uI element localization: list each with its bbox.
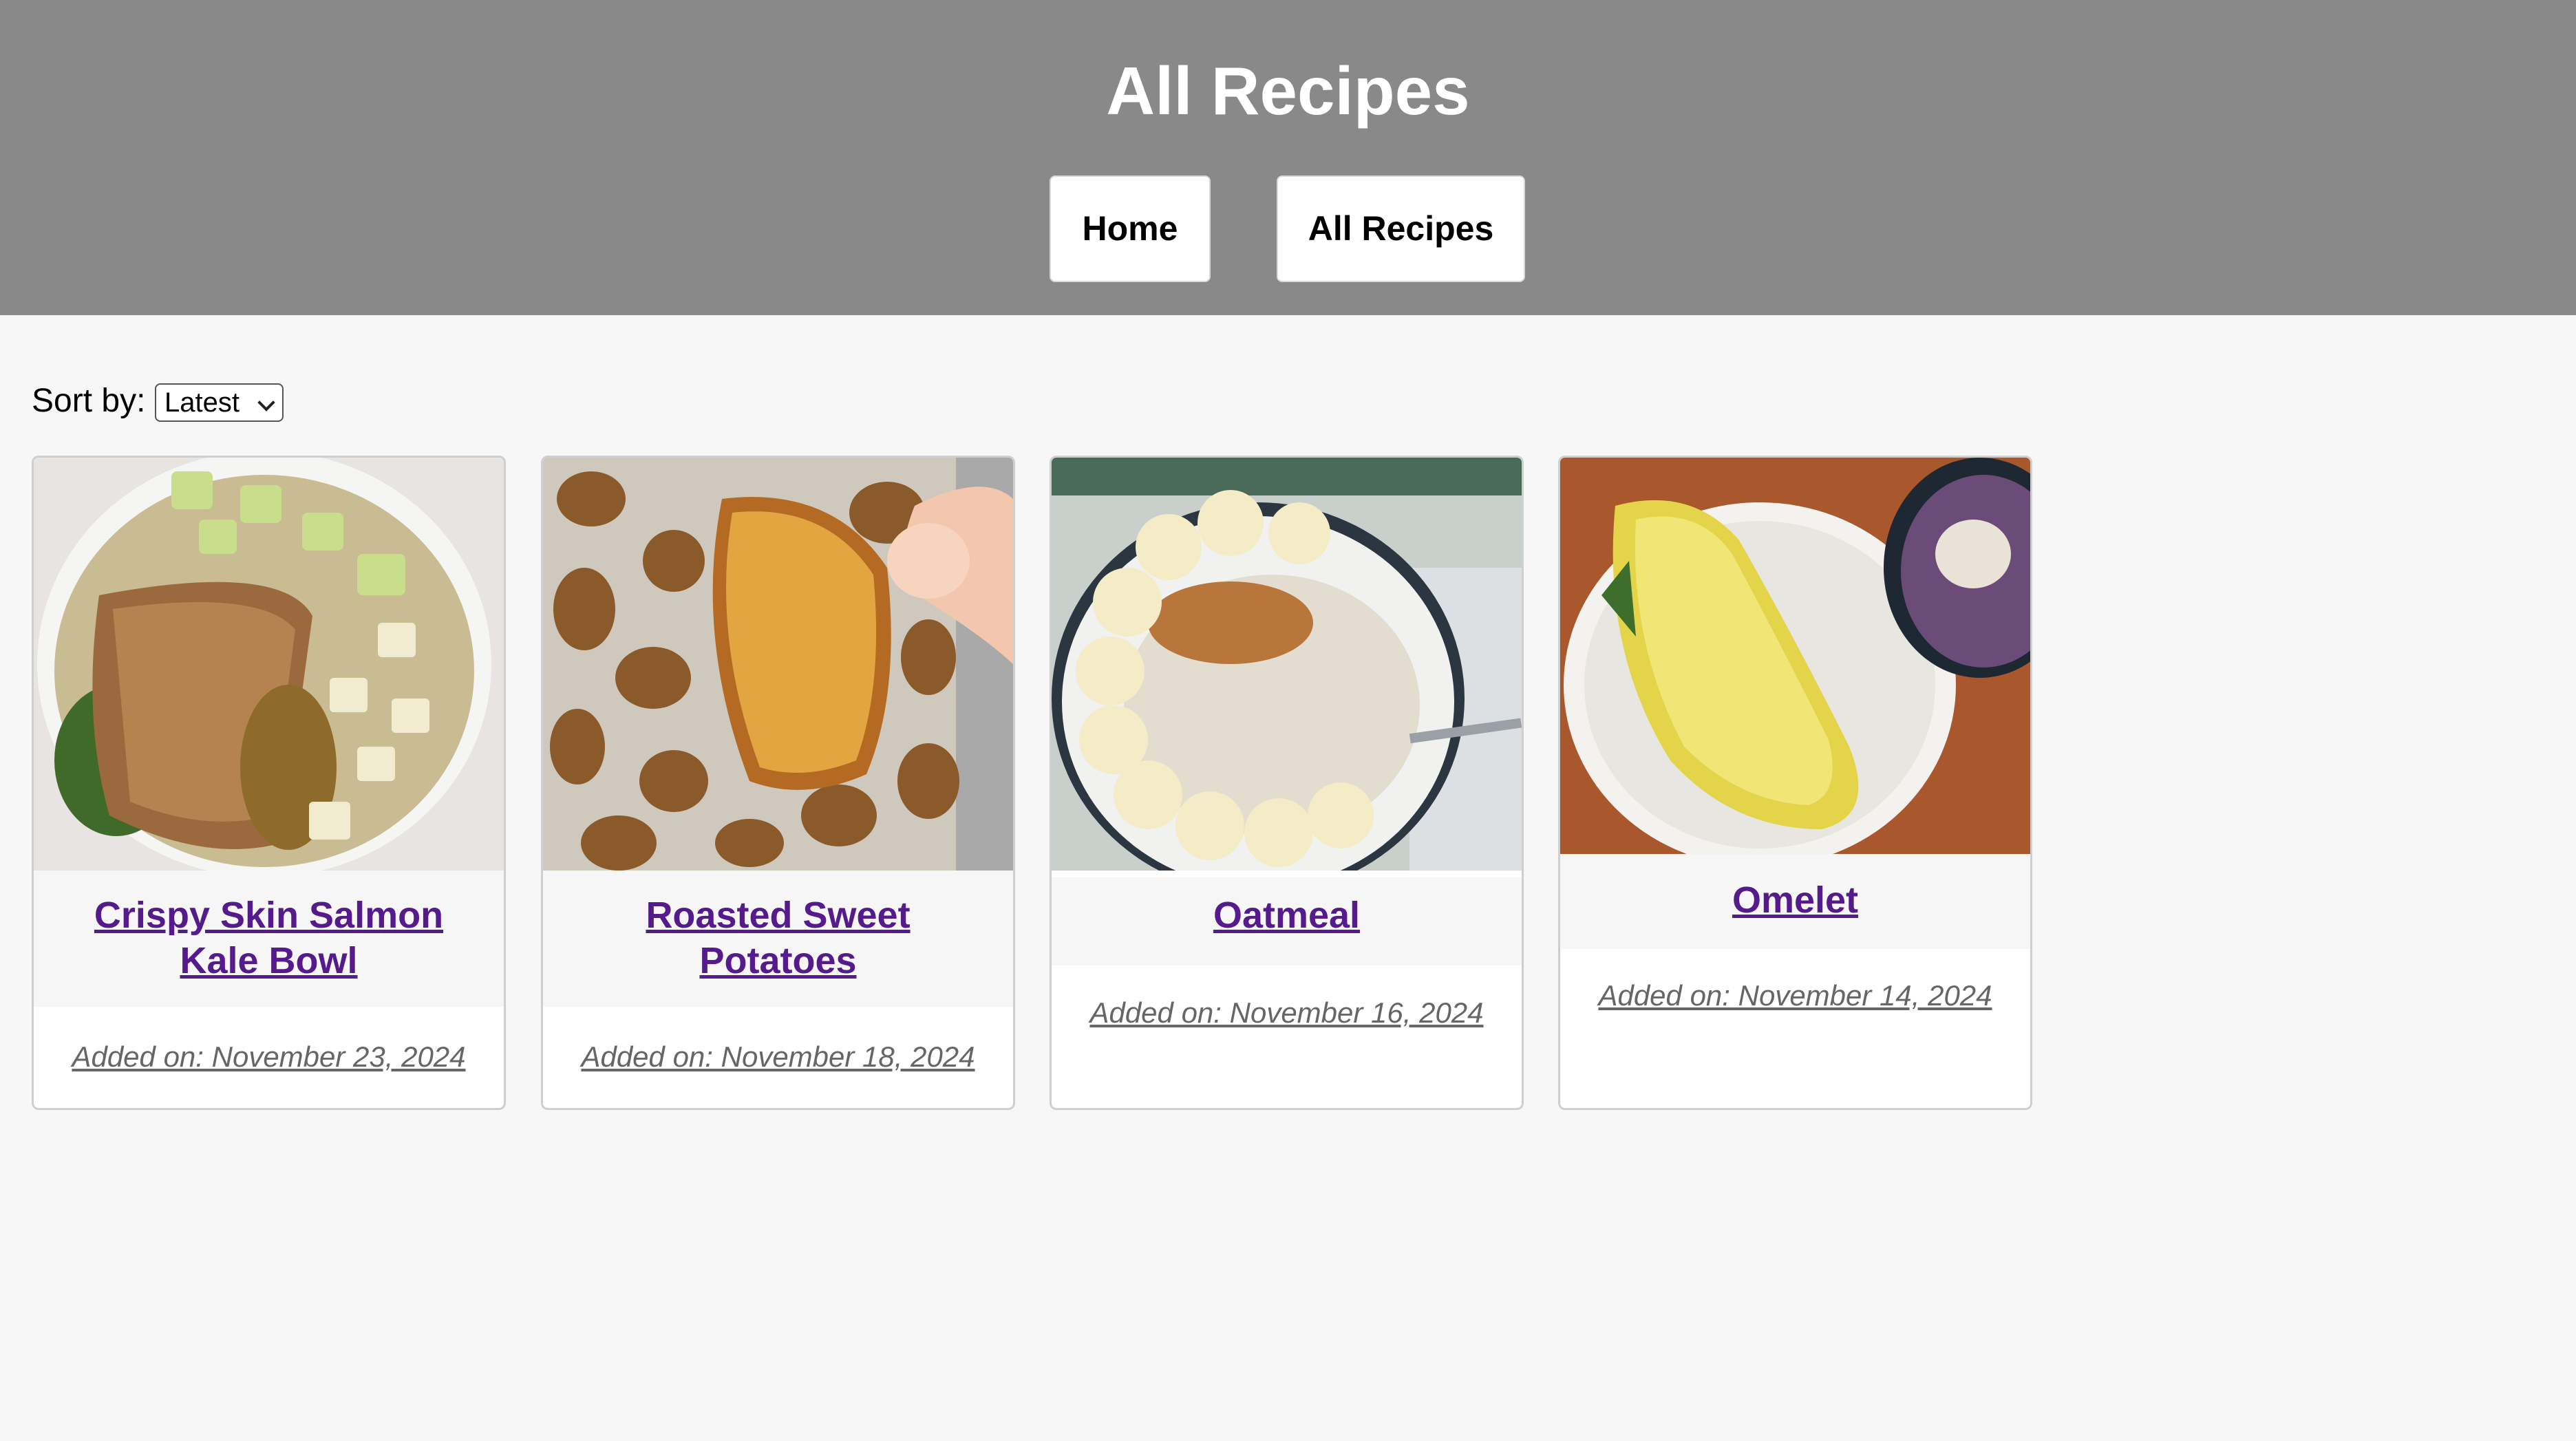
recipe-image-sweet-potatoes[interactable] bbox=[543, 458, 1013, 871]
recipe-title-link[interactable]: Roasted Sweet Potatoes bbox=[586, 893, 971, 983]
nav-home-button[interactable]: Home bbox=[1050, 175, 1211, 282]
recipe-date[interactable]: Added on: November 16, 2024 bbox=[1052, 996, 1522, 1030]
recipe-card: Crispy Skin Salmon Kale Bowl Added on: N… bbox=[32, 456, 506, 1110]
recipe-date[interactable]: Added on: November 18, 2024 bbox=[543, 1040, 1013, 1074]
recipe-title-band: Roasted Sweet Potatoes bbox=[543, 871, 1013, 1007]
recipe-card: Roasted Sweet Potatoes Added on: Novembe… bbox=[541, 456, 1015, 1110]
recipe-image-omelet[interactable] bbox=[1560, 458, 2030, 854]
recipe-date[interactable]: Added on: November 14, 2024 bbox=[1560, 979, 2030, 1013]
recipe-title-link[interactable]: Omelet bbox=[1603, 877, 1988, 923]
chevron-down-icon bbox=[257, 394, 275, 412]
sort-select[interactable]: Latest bbox=[155, 383, 284, 422]
page-title: All Recipes bbox=[1106, 53, 1470, 129]
recipe-image-salmon[interactable] bbox=[34, 458, 504, 871]
sort-selected-value: Latest bbox=[164, 387, 239, 418]
recipe-date[interactable]: Added on: November 23, 2024 bbox=[34, 1040, 504, 1074]
recipe-card: Omelet Added on: November 14, 2024 bbox=[1558, 456, 2032, 1110]
recipe-title-band: Omelet bbox=[1560, 854, 2030, 949]
page-header: All Recipes Home All Recipes bbox=[0, 0, 2576, 315]
recipe-title-band: Oatmeal bbox=[1052, 877, 1522, 965]
sort-label: Sort by: bbox=[32, 383, 146, 419]
recipe-title-link[interactable]: Oatmeal bbox=[1094, 893, 1480, 938]
recipe-title-band: Crispy Skin Salmon Kale Bowl bbox=[34, 871, 504, 1007]
recipe-card: Oatmeal Added on: November 16, 2024 bbox=[1050, 456, 1524, 1110]
nav-all-recipes-button[interactable]: All Recipes bbox=[1277, 175, 1525, 282]
recipe-title-link[interactable]: Crispy Skin Salmon Kale Bowl bbox=[76, 893, 462, 983]
recipe-image-oatmeal[interactable] bbox=[1052, 458, 1522, 871]
